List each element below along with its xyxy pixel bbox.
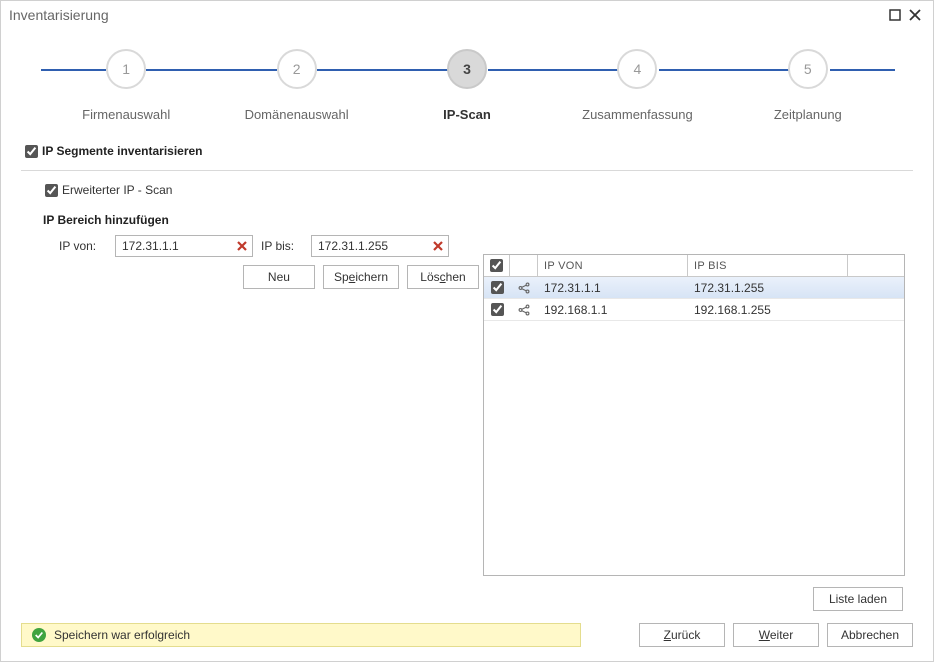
- cell-ip-from: 172.31.1.1: [538, 281, 688, 295]
- row-checkbox[interactable]: [491, 303, 504, 316]
- close-icon[interactable]: [905, 5, 925, 25]
- share-icon: [510, 303, 538, 317]
- load-list-button[interactable]: Liste laden: [813, 587, 903, 611]
- ip-to-label: IP bis:: [261, 239, 303, 253]
- divider: [21, 170, 913, 171]
- success-icon: [32, 628, 46, 642]
- ip-from-label: IP von:: [59, 239, 107, 253]
- step-5[interactable]: 5 Zeitplanung: [723, 49, 893, 122]
- clear-from-icon[interactable]: [233, 237, 251, 255]
- status-text: Speichern war erfolgreich: [54, 628, 190, 642]
- table-row[interactable]: 192.168.1.1192.168.1.255: [484, 299, 904, 321]
- step-number: 1: [106, 49, 146, 89]
- cancel-button[interactable]: Abbrechen: [827, 623, 913, 647]
- step-number: 4: [617, 49, 657, 89]
- share-icon: [510, 281, 538, 295]
- step-3[interactable]: 3 IP-Scan: [382, 49, 552, 122]
- row-checkbox[interactable]: [491, 281, 504, 294]
- step-number: 3: [447, 49, 487, 89]
- segments-checkbox[interactable]: [25, 145, 38, 158]
- titlebar: Inventarisierung: [1, 1, 933, 29]
- step-4[interactable]: 4 Zusammenfassung: [552, 49, 722, 122]
- delete-button[interactable]: Löschen: [407, 265, 479, 289]
- select-all-checkbox[interactable]: [490, 259, 503, 272]
- table-header: IP VON IP BIS: [484, 255, 904, 277]
- cell-ip-to: 172.31.1.255: [688, 281, 848, 295]
- save-button[interactable]: Speichern: [323, 265, 399, 289]
- col-ip-from[interactable]: IP VON: [538, 255, 688, 276]
- status-bar: Speichern war erfolgreich: [21, 623, 581, 647]
- extended-scan-row: Erweiterter IP - Scan: [21, 181, 913, 199]
- step-label: Firmenauswahl: [82, 107, 170, 122]
- step-label: Zusammenfassung: [582, 107, 693, 122]
- inventory-wizard-window: Inventarisierung 1 Firmenauswahl 2 Domänena…: [0, 0, 934, 662]
- wizard-stepper: 1 Firmenauswahl 2 Domänenauswahl 3 IP-Scan 4 Zu…: [1, 29, 933, 134]
- window-title: Inventarisierung: [9, 7, 109, 23]
- step-label: Domänenauswahl: [245, 107, 349, 122]
- step-number: 5: [788, 49, 828, 89]
- add-range-header: IP Bereich hinzufügen: [21, 199, 913, 235]
- cell-ip-to: 192.168.1.255: [688, 303, 848, 317]
- table-row[interactable]: 172.31.1.1172.31.1.255: [484, 277, 904, 299]
- segments-checkbox-row: IP Segmente inventarisieren: [21, 138, 913, 164]
- segments-label: IP Segmente inventarisieren: [42, 144, 203, 158]
- step-2[interactable]: 2 Domänenauswahl: [211, 49, 381, 122]
- maximize-icon[interactable]: [885, 5, 905, 25]
- footer: Speichern war erfolgreich Zurück Weiter …: [21, 623, 913, 647]
- cell-ip-from: 192.168.1.1: [538, 303, 688, 317]
- next-button[interactable]: Weiter: [733, 623, 819, 647]
- step-1[interactable]: 1 Firmenauswahl: [41, 49, 211, 122]
- step-label: IP-Scan: [443, 107, 491, 122]
- clear-to-icon[interactable]: [429, 237, 447, 255]
- ip-ranges-table: IP VON IP BIS 172.31.1.1172.31.1.255192.…: [483, 254, 905, 576]
- extended-scan-label: Erweiterter IP - Scan: [62, 183, 172, 197]
- back-button[interactable]: Zurück: [639, 623, 725, 647]
- col-ip-to[interactable]: IP BIS: [688, 255, 848, 276]
- new-button[interactable]: Neu: [243, 265, 315, 289]
- extended-scan-checkbox[interactable]: [45, 184, 58, 197]
- step-label: Zeitplanung: [774, 107, 842, 122]
- step-number: 2: [277, 49, 317, 89]
